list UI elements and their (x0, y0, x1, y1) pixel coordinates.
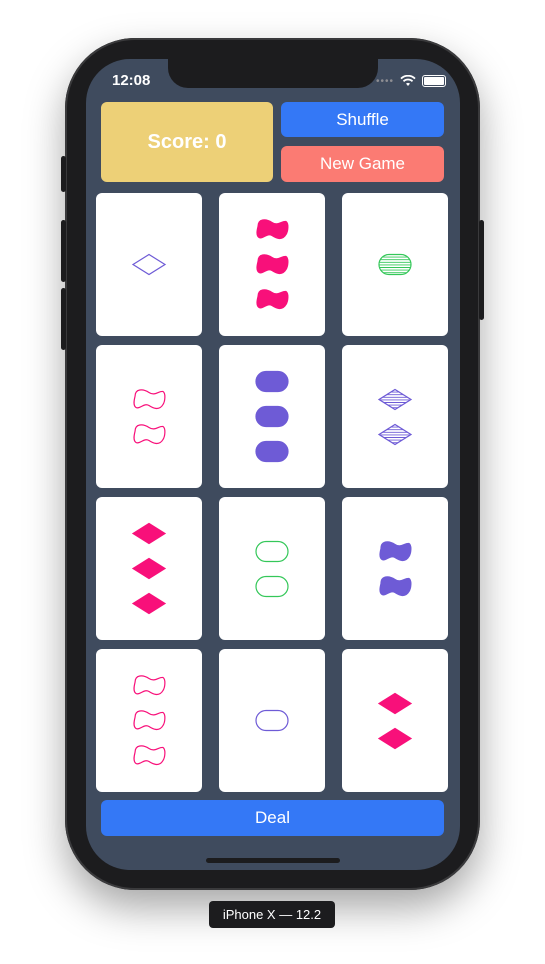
diamond-icon (131, 592, 167, 615)
diamond-icon (131, 253, 167, 276)
oval-icon (255, 405, 289, 428)
home-indicator (206, 858, 340, 863)
oval-icon (255, 709, 289, 732)
power-button (479, 220, 484, 320)
squiggle-icon (133, 710, 166, 731)
card-1-purple-open-diamond[interactable] (96, 193, 202, 336)
squiggle-icon (133, 423, 166, 444)
diamond-icon (377, 388, 413, 410)
oval-icon (255, 540, 289, 562)
new-game-button[interactable]: New Game (281, 146, 444, 182)
card-2-green-open-oval[interactable] (219, 497, 325, 640)
squiggle-icon (379, 540, 412, 561)
mute-switch (61, 156, 66, 192)
card-3-pink-solid-squiggle[interactable] (219, 193, 325, 336)
status-time: 12:08 (112, 72, 151, 89)
deal-button[interactable]: Deal (101, 800, 444, 836)
card-3-pink-open-squiggle[interactable] (96, 649, 202, 792)
card-3-purple-solid-oval[interactable] (219, 345, 325, 488)
status-icons: •••• (375, 72, 446, 90)
battery-icon (422, 75, 446, 87)
squiggle-icon (133, 675, 166, 696)
volume-up-button (61, 220, 66, 282)
squiggle-icon (256, 254, 289, 275)
shuffle-button[interactable]: Shuffle (281, 102, 444, 137)
squiggle-icon (133, 388, 166, 409)
card-2-purple-solid-squiggle[interactable] (342, 497, 448, 640)
wifi-icon (400, 75, 416, 86)
oval-icon (378, 253, 412, 276)
card-2-pink-open-squiggle[interactable] (96, 345, 202, 488)
oval-icon (255, 370, 289, 393)
squiggle-icon (256, 219, 289, 240)
oval-icon (255, 440, 289, 463)
diamond-icon (377, 727, 413, 749)
signal-dots-icon: •••• (375, 75, 394, 87)
oval-icon (255, 575, 289, 597)
card-2-pink-solid-diamond[interactable] (342, 649, 448, 792)
squiggle-icon (133, 745, 166, 766)
app-screen: 12:08 •••• Score: 0 Shuffle New Game Dea… (86, 59, 460, 870)
notch (168, 59, 378, 88)
card-1-purple-open-oval[interactable] (219, 649, 325, 792)
squiggle-icon (256, 289, 289, 310)
card-1-green-striped-oval[interactable] (342, 193, 448, 336)
score-display: Score: 0 (101, 102, 273, 182)
diamond-icon (377, 423, 413, 445)
volume-down-button (61, 288, 66, 350)
card-3-pink-solid-diamond[interactable] (96, 497, 202, 640)
card-2-purple-striped-diamond[interactable] (342, 345, 448, 488)
squiggle-icon (379, 575, 412, 596)
diamond-icon (131, 557, 167, 580)
diamond-icon (131, 522, 167, 545)
diamond-icon (377, 692, 413, 714)
simulator-caption: iPhone X — 12.2 (209, 901, 335, 928)
